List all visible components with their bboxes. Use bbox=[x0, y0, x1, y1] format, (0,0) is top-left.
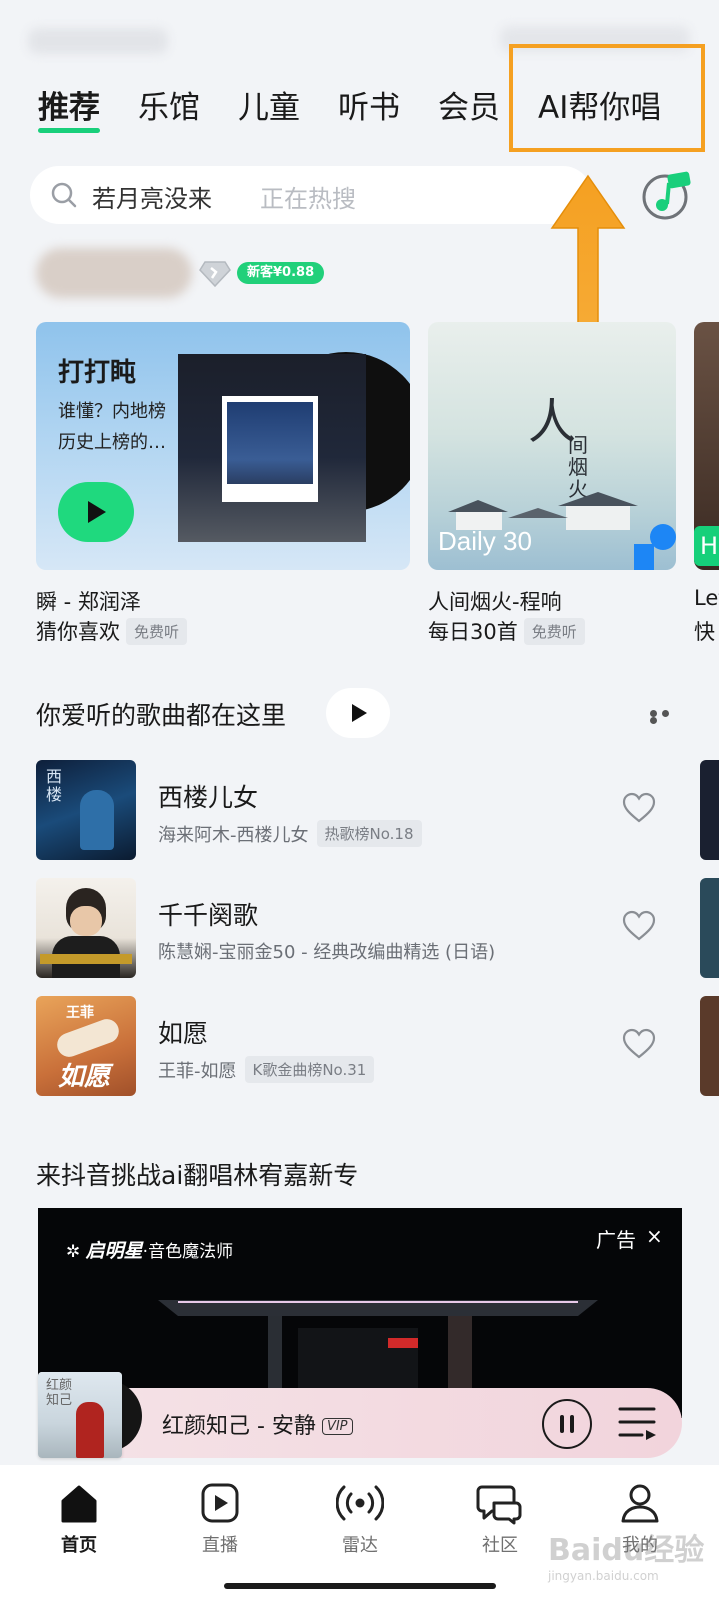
search-icon bbox=[51, 182, 77, 208]
tab-recommend[interactable]: 推荐 bbox=[38, 82, 100, 127]
watermark: Baidu经验 jingyan.baidu.com bbox=[548, 1525, 704, 1583]
nav-radar[interactable]: 雷达 bbox=[320, 1481, 400, 1571]
pause-icon bbox=[560, 1415, 564, 1433]
now-playing[interactable]: 红颜知己 - 安静 VIP bbox=[162, 1408, 353, 1440]
status-time bbox=[28, 28, 168, 54]
song-cover bbox=[36, 878, 136, 978]
song-row[interactable]: 西楼 西楼儿女 海来阿木-西楼儿女 热歌榜No.18 bbox=[36, 760, 719, 862]
close-icon[interactable]: × bbox=[646, 1224, 663, 1248]
song-row[interactable]: 千千阕歌 陈慧娴-宝丽金50 - 经典改编曲精选 (日语) bbox=[36, 878, 719, 980]
daily-30-label: Daily 30 bbox=[438, 526, 532, 556]
track-title: 红颜知己 - 安静 bbox=[162, 1414, 316, 1439]
pause-button[interactable] bbox=[542, 1399, 592, 1449]
nav-live[interactable]: 直播 bbox=[180, 1481, 260, 1571]
card-3-caption[interactable]: Let bbox=[694, 586, 719, 610]
song-cover-peek bbox=[700, 878, 719, 978]
active-tab-indicator bbox=[38, 128, 100, 133]
play-all-button[interactable] bbox=[326, 688, 390, 738]
card-2-subcaption: 每日30首 免费听 bbox=[428, 616, 585, 646]
song-cover-peek bbox=[700, 996, 719, 1096]
recommend-card-3[interactable]: H bbox=[694, 322, 719, 570]
new-customer-badge[interactable]: 新客¥0.88 bbox=[237, 262, 325, 284]
card-2-caption[interactable]: 人间烟火-程响 bbox=[428, 586, 562, 616]
ad-logo: ✲ 启明星·音色魔法师 bbox=[66, 1236, 233, 1263]
section-title: 你爱听的歌曲都在这里 bbox=[36, 701, 287, 730]
song-artist-text: 海来阿木-西楼儿女 bbox=[158, 825, 309, 846]
card-3-tag: H bbox=[694, 526, 719, 566]
nav-label: 社区 bbox=[482, 1535, 518, 1556]
annotation-highlight-box bbox=[509, 44, 705, 152]
radar-icon bbox=[336, 1485, 384, 1521]
ad-tagline: ·音色魔法师 bbox=[142, 1242, 234, 1262]
star-icon: ✲ bbox=[66, 1242, 81, 1262]
ad-brand: 启明星 bbox=[85, 1240, 143, 1262]
vip-badge: VIP bbox=[321, 1418, 353, 1435]
nav-community[interactable]: 社区 bbox=[460, 1481, 540, 1571]
diamond-icon bbox=[199, 261, 231, 288]
player-album-art[interactable]: 红颜知己 bbox=[38, 1372, 122, 1458]
live-icon bbox=[201, 1483, 239, 1523]
nav-label: 首页 bbox=[61, 1535, 97, 1556]
play-icon bbox=[88, 501, 106, 523]
cover-houses bbox=[448, 492, 638, 530]
chart-tag: K歌金曲榜No.31 bbox=[244, 1056, 375, 1083]
community-icon bbox=[476, 1485, 522, 1525]
nav-label: 雷达 bbox=[342, 1535, 378, 1556]
playlist-icon[interactable] bbox=[618, 1404, 658, 1442]
music-recognition-icon[interactable] bbox=[638, 167, 694, 223]
nav-home[interactable]: 首页 bbox=[39, 1481, 119, 1571]
search-query: 若月亮没来 bbox=[92, 185, 212, 213]
watermark-text: Baidu经验 bbox=[548, 1533, 705, 1568]
song-row[interactable]: 王菲 如愿 如愿 王菲-如愿 K歌金曲榜No.31 bbox=[36, 996, 719, 1098]
card-description: 谁懂？内地榜历史上榜的… bbox=[58, 401, 166, 453]
section-title-2: 来抖音挑战ai翻唱林宥嘉新专 bbox=[36, 1161, 359, 1190]
free-listen-tag: 免费听 bbox=[523, 618, 585, 645]
recommend-card-2[interactable]: 人 间烟火 Daily 30 bbox=[428, 322, 676, 570]
ad-banner[interactable]: ✲ 启明星·音色魔法师 广告 × bbox=[38, 1208, 682, 1418]
card-1-subcaption: 猜你喜欢 免费听 bbox=[36, 616, 188, 646]
ad-label: 广告 bbox=[596, 1228, 636, 1252]
song-title: 千千阕歌 bbox=[158, 901, 259, 930]
user-vip-row[interactable]: 新客¥0.88 bbox=[36, 244, 396, 304]
tab-audiobooks[interactable]: 听书 bbox=[338, 82, 400, 127]
song-cover: 西楼 bbox=[36, 760, 136, 860]
card-title: 打打盹 bbox=[58, 358, 137, 388]
tab-kids[interactable]: 儿童 bbox=[238, 82, 300, 127]
song-title: 西楼儿女 bbox=[158, 783, 259, 812]
play-icon bbox=[352, 704, 367, 722]
heart-icon[interactable] bbox=[622, 1028, 656, 1060]
more-icon[interactable] bbox=[650, 710, 684, 724]
song-cover-peek bbox=[700, 760, 719, 860]
song-artist-text: 陈慧娴-宝丽金50 - 经典改编曲精选 (日语) bbox=[158, 942, 496, 963]
home-indicator[interactable] bbox=[224, 1583, 496, 1589]
card-2-subtitle: 每日30首 bbox=[428, 620, 518, 644]
song-artist-text: 王菲-如愿 bbox=[158, 1061, 237, 1082]
card-1-caption[interactable]: 瞬 - 郑润泽 bbox=[36, 586, 141, 616]
card-1-subtitle: 猜你喜欢 bbox=[36, 620, 120, 644]
recommend-card-1[interactable]: 打打盹 谁懂？内地榜历史上榜的… bbox=[36, 322, 410, 570]
tab-music-hall[interactable]: 乐馆 bbox=[138, 82, 200, 127]
album-art-text: 红颜知己 bbox=[46, 1378, 73, 1408]
nav-label: 直播 bbox=[202, 1535, 238, 1556]
song-cover: 王菲 如愿 bbox=[36, 996, 136, 1096]
heart-icon[interactable] bbox=[622, 792, 656, 824]
search-bar[interactable]: 若月亮没来 正在热搜 bbox=[30, 166, 592, 224]
album-cover bbox=[178, 354, 366, 542]
song-artist: 陈慧娴-宝丽金50 - 经典改编曲精选 (日语) bbox=[158, 938, 495, 964]
chart-tag: 热歌榜No.18 bbox=[316, 820, 422, 847]
song-artist: 海来阿木-西楼儿女 热歌榜No.18 bbox=[158, 820, 422, 847]
profile-icon bbox=[621, 1484, 659, 1523]
card-3-subcaption: 快 bbox=[694, 620, 715, 644]
tab-membership[interactable]: 会员 bbox=[438, 82, 500, 127]
song-title: 如愿 bbox=[158, 1019, 209, 1048]
free-listen-tag: 免费听 bbox=[126, 618, 188, 645]
brand-square bbox=[634, 544, 654, 570]
watermark-url: jingyan.baidu.com bbox=[548, 1569, 659, 1583]
home-icon bbox=[61, 1485, 97, 1523]
heart-icon[interactable] bbox=[622, 910, 656, 942]
avatar[interactable] bbox=[36, 248, 192, 298]
search-hint: 正在热搜 bbox=[260, 185, 356, 213]
song-artist: 王菲-如愿 K歌金曲榜No.31 bbox=[158, 1056, 375, 1083]
play-button[interactable] bbox=[58, 482, 134, 542]
